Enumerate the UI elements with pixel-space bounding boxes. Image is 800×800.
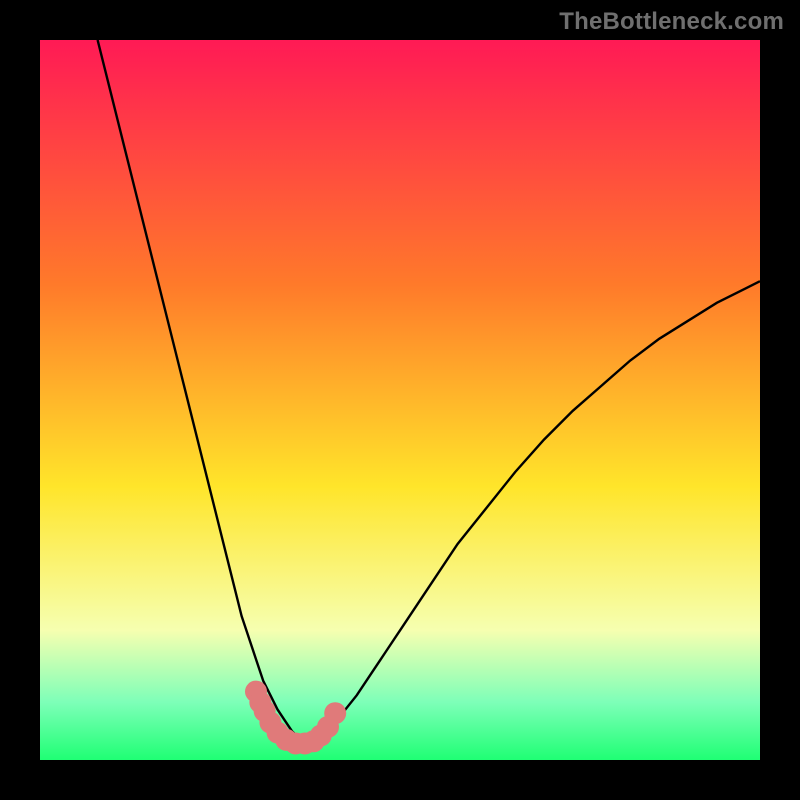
watermark-text: TheBottleneck.com bbox=[559, 8, 784, 36]
plot-area bbox=[40, 40, 760, 760]
gradient-background bbox=[40, 40, 760, 760]
chart-canvas bbox=[40, 40, 760, 760]
chart-frame: TheBottleneck.com bbox=[0, 0, 800, 800]
valley-marker bbox=[324, 702, 346, 724]
